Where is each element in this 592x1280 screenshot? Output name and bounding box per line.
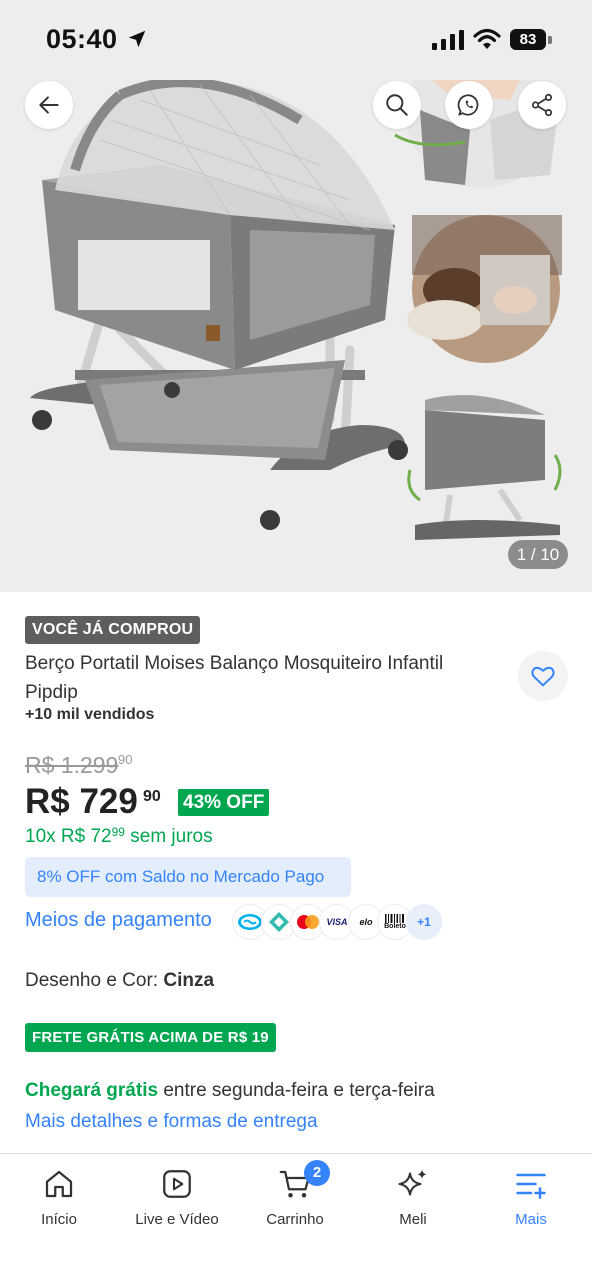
delivery-estimate: Chegará grátis entre segunda-feira e ter… — [25, 1080, 435, 1102]
installments-amount: 10x R$ 72 — [25, 826, 112, 847]
payment-icons[interactable]: VISA elo Boleto +1 — [232, 904, 442, 940]
sparkle-icon — [398, 1169, 427, 1196]
product-title: Berço Portatil Moises Balanço Mosquiteir… — [25, 653, 444, 703]
menu-plus-icon — [516, 1173, 546, 1199]
original-price: R$ 1.299 — [25, 752, 119, 778]
already-bought-tag: VOCÊ JÁ COMPROU — [25, 616, 201, 644]
play-video-icon — [163, 1170, 191, 1198]
variant-value: Cinza — [163, 970, 215, 991]
free-shipping-badge: FRETE GRÁTIS ACIMA DE R$ 19 — [25, 1023, 276, 1052]
location-arrow-icon — [128, 30, 146, 48]
bottom-navigation: Início Live e Vídeo 2 Carrinho Meli Mais — [0, 1153, 592, 1280]
status-bar: 05:40 83 — [0, 0, 592, 80]
whatsapp-icon — [457, 94, 479, 116]
share-icon — [531, 93, 553, 117]
arrow-left-icon — [39, 96, 59, 114]
nav-home[interactable]: Início — [0, 1166, 118, 1228]
favorite-button[interactable] — [518, 651, 568, 701]
battery-level: 83 — [510, 29, 546, 50]
discount-badge: 43% OFF — [178, 789, 270, 816]
share-button[interactable] — [518, 81, 566, 129]
free-arrival-highlight: Chegará grátis — [25, 1080, 159, 1101]
more-payment-methods[interactable]: +1 — [406, 904, 442, 940]
whatsapp-share-button[interactable] — [445, 81, 493, 129]
nav-more-label: Mais — [515, 1211, 547, 1228]
thumbnail-mother-baby — [407, 215, 562, 363]
variant-label: Desenho e Cor: — [25, 970, 164, 991]
search-button[interactable] — [373, 81, 421, 129]
status-time: 05:40 — [46, 24, 118, 54]
nav-meli[interactable]: Meli — [354, 1166, 472, 1228]
original-price-cents: 90 — [118, 752, 133, 767]
nav-home-label: Início — [41, 1211, 77, 1228]
mercado-pago-offer[interactable]: 8% OFF com Saldo no Mercado Pago — [25, 857, 351, 897]
bassinet-product-image — [30, 36, 562, 540]
heart-icon — [531, 666, 555, 687]
nav-live-video[interactable]: Live e Vídeo — [118, 1166, 236, 1228]
nav-more[interactable]: Mais — [472, 1166, 590, 1228]
signal-icon — [432, 30, 464, 50]
back-button[interactable] — [25, 81, 73, 129]
thumbnail-rocking — [407, 395, 562, 540]
home-icon — [45, 1170, 73, 1198]
cart-count-badge: 2 — [304, 1160, 330, 1186]
battery-indicator: 83 — [510, 29, 552, 50]
nav-meli-label: Meli — [399, 1211, 427, 1228]
image-counter: 1 / 10 — [508, 540, 568, 569]
arrival-dates: entre segunda-feira e terça-feira — [158, 1080, 435, 1101]
current-price: R$ 729 — [25, 782, 138, 821]
nav-cart-label: Carrinho — [266, 1211, 324, 1228]
nav-cart[interactable]: 2 Carrinho — [236, 1160, 354, 1228]
sold-count: +10 mil vendidos — [25, 706, 155, 723]
variant-selector[interactable]: Desenho e Cor: Cinza — [25, 970, 214, 992]
installments-suffix: sem juros — [124, 826, 213, 847]
nav-live-label: Live e Vídeo — [135, 1211, 219, 1228]
installments-text: 10x R$ 7299 sem juros — [25, 825, 213, 848]
current-price-cents: 90 — [143, 788, 161, 805]
boleto-label: Boleto — [384, 923, 406, 930]
delivery-details-link[interactable]: Mais detalhes e formas de entrega — [25, 1111, 318, 1133]
installments-cents: 99 — [111, 825, 125, 839]
payment-methods-link[interactable]: Meios de pagamento — [25, 909, 212, 932]
product-image-gallery[interactable]: 1 / 10 — [0, 0, 592, 592]
wifi-icon — [473, 28, 501, 49]
search-icon — [386, 94, 408, 116]
